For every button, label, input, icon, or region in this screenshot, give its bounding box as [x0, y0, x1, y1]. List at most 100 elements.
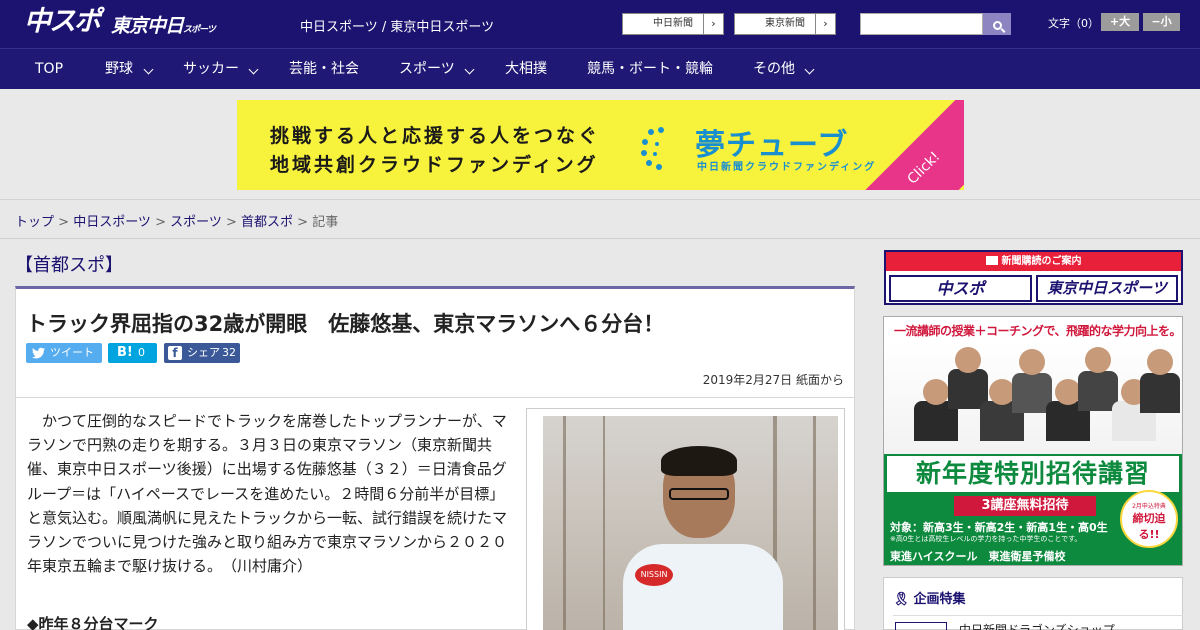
search-input[interactable]: [860, 13, 983, 35]
photo-tree: [603, 416, 605, 630]
nav-item-baseball[interactable]: 野球: [105, 49, 154, 90]
article-photo-frame[interactable]: NISSIN: [526, 408, 845, 630]
ad-top-text: 一流講師の授業＋コーチングで、飛躍的な学力向上を。: [894, 324, 1182, 338]
chevron-down-icon: [804, 64, 815, 75]
font-size-up-button[interactable]: +大: [1101, 13, 1139, 31]
chevron-down-icon: [143, 64, 154, 75]
toshin-ad[interactable]: 一流講師の授業＋コーチングで、飛躍的な学力向上を。 新年度特別招待講習 3講座無…: [883, 316, 1183, 566]
photo-tree: [563, 416, 566, 630]
newspaper-icon: [985, 256, 998, 265]
teacher-figure: [1140, 373, 1180, 413]
subscribe-chuspo-button[interactable]: 中スポ: [889, 275, 1032, 302]
runner-body: [623, 544, 783, 630]
ad-badge-line1: 2月申込特典: [1132, 503, 1166, 510]
facebook-icon: f: [168, 346, 182, 360]
breadcrumb-link-sports[interactable]: スポーツ: [170, 215, 222, 230]
article-lead: かつて圧倒的なスピードでトラックを席巻したトップランナーが、マラソンで円熟の走り…: [27, 412, 508, 576]
breadcrumb-link-shuto-spo[interactable]: 首都スポ: [241, 215, 293, 230]
chevron-down-icon: [248, 64, 259, 75]
ad-note-text: ※高0生とは高校生レベルの学力を持った中学生のことです。: [890, 535, 1082, 543]
teacher-face: [1019, 349, 1045, 375]
ad-teachers-image: [884, 339, 1182, 469]
nav-label: TOP: [35, 61, 64, 77]
font-size-down-button[interactable]: −小: [1143, 13, 1180, 31]
chunichi-select-label: 中日新聞: [653, 18, 693, 29]
breadcrumb-link-chunichi-sports[interactable]: 中日スポーツ: [73, 215, 151, 230]
feature-item-label: 中日新聞ドラゴンズショップ: [959, 623, 1115, 630]
search-icon: [992, 21, 1002, 30]
banner-click-ribbon: Click!: [860, 100, 964, 190]
ribbon-icon: 🎗: [893, 592, 910, 607]
nav-label: 競馬・ボート・競輪: [587, 61, 713, 77]
banner-line1: 挑戦する人と応援する人をつなぐ: [270, 125, 601, 147]
facebook-share-button[interactable]: f シェア 32: [164, 343, 240, 363]
nav-label: サッカー: [183, 61, 239, 77]
tweet-label: ツイート: [50, 346, 94, 359]
runner-photo: NISSIN: [543, 416, 838, 630]
ad-free-badge: 3講座無料招待: [954, 496, 1096, 516]
font-size-label: 文字（0）: [1048, 17, 1099, 30]
feature-box: 🎗 企画特集 中日新聞ドラゴンズショップ: [883, 577, 1183, 630]
banner-click-label: Click!: [904, 148, 944, 188]
share-count: 32: [222, 346, 236, 359]
breadcrumb-separator: >: [221, 215, 242, 230]
teacher-face: [923, 379, 949, 405]
site-logo-chuspo[interactable]: 中スポ: [24, 6, 101, 38]
nav-item-sports[interactable]: スポーツ: [399, 49, 475, 90]
ad-deadline-badge: 2月申込特典 締切迫る!!: [1120, 490, 1178, 548]
site-logo-tokyo-chunichi[interactable]: 東京中日スポーツ: [111, 11, 216, 38]
nav-item-sumo[interactable]: 大相撲: [505, 49, 547, 90]
tokyo-select-label: 東京新聞: [765, 18, 805, 29]
subscribe-tokyo-chunichi-button[interactable]: 東京中日スポーツ: [1036, 275, 1178, 302]
ad-brand-text: 東進ハイスクール 東進衛星予備校: [890, 550, 1066, 563]
article-date: 2019年2月27日 紙面から: [702, 373, 844, 387]
tweet-button[interactable]: ツイート: [26, 343, 102, 363]
sponsor-patch: NISSIN: [635, 564, 673, 586]
nav-item-other[interactable]: その他: [753, 49, 815, 90]
section-label: 【首都スポ】: [15, 255, 123, 276]
teacher-face: [955, 347, 981, 373]
article-body-card: かつて圧倒的なスピードでトラックを席巻したトップランナーが、マラソンで円熟の走り…: [15, 398, 855, 630]
breadcrumb-separator: >: [293, 215, 313, 230]
teacher-face: [1147, 349, 1173, 375]
site-header: 中スポ 東京中日スポーツ 中日スポーツ / 東京中日スポーツ 中日新聞 › 東京新…: [0, 0, 1200, 48]
subscribe-heading: 新聞購読のご案内: [886, 252, 1181, 271]
banner-line2: 地域共創クラウドファンディング: [270, 154, 599, 176]
ad-badge-line2: 締切迫る!!: [1132, 512, 1166, 541]
subscribe-box[interactable]: 新聞購読のご案内 中スポ 東京中日スポーツ: [884, 250, 1183, 305]
feature-thumb: [895, 622, 947, 630]
crowdfunding-banner[interactable]: 挑戦する人と応援する人をつなぐ 地域共創クラウドファンディング 夢チューブ 中日…: [237, 100, 964, 190]
ad-target-text: 対象：新高3生・新高2生・新高1生・高0生: [890, 521, 1108, 534]
chevron-right-icon: ›: [815, 14, 835, 34]
breadcrumb-link-top[interactable]: トップ: [15, 215, 54, 230]
subscribe-heading-text: 新聞購読のご案内: [1001, 256, 1082, 267]
feature-item[interactable]: 中日新聞ドラゴンズショップ: [893, 615, 1183, 630]
article-title: トラック界屈指の32歳が開眼 佐藤悠基、東京マラソンへ６分台！: [26, 312, 665, 336]
breadcrumb: トップ > 中日スポーツ > スポーツ > 首都スポ > 記事: [15, 211, 338, 230]
chunichi-select[interactable]: 中日新聞 ›: [622, 13, 724, 35]
teacher-face: [1085, 347, 1111, 373]
chevron-right-icon: ›: [703, 14, 723, 34]
chevron-down-icon: [464, 64, 475, 75]
hatena-count: 0: [138, 346, 145, 359]
feature-heading: 🎗 企画特集: [893, 588, 966, 607]
logo-sub-text: 東京中日: [111, 15, 184, 37]
nav-item-racing[interactable]: 競馬・ボート・競輪: [587, 49, 713, 90]
nav-label: その他: [753, 61, 795, 77]
nav-label: 芸能・社会: [289, 61, 359, 77]
nav-label: 野球: [105, 61, 133, 77]
header-title: 中日スポーツ / 東京中日スポーツ: [300, 20, 495, 35]
main-nav: TOP 野球 サッカー 芸能・社会 スポーツ 大相撲 競馬・ボート・競輪 その他: [0, 48, 1200, 89]
tokyo-select[interactable]: 東京新聞 ›: [734, 13, 836, 35]
nav-label: 大相撲: [505, 61, 547, 77]
twitter-icon: [32, 347, 45, 359]
yume-tube-dots-icon: [641, 127, 664, 170]
nav-item-entertainment[interactable]: 芸能・社会: [289, 49, 359, 90]
nav-item-soccer[interactable]: サッカー: [183, 49, 259, 90]
search-button[interactable]: [983, 13, 1011, 35]
breadcrumb-current: 記事: [312, 215, 339, 230]
logo-sub-small: スポーツ: [183, 25, 216, 35]
hatena-bookmark-button[interactable]: B! 0: [108, 343, 157, 363]
nav-item-top[interactable]: TOP: [35, 49, 63, 90]
breadcrumb-divider: [0, 238, 1200, 239]
